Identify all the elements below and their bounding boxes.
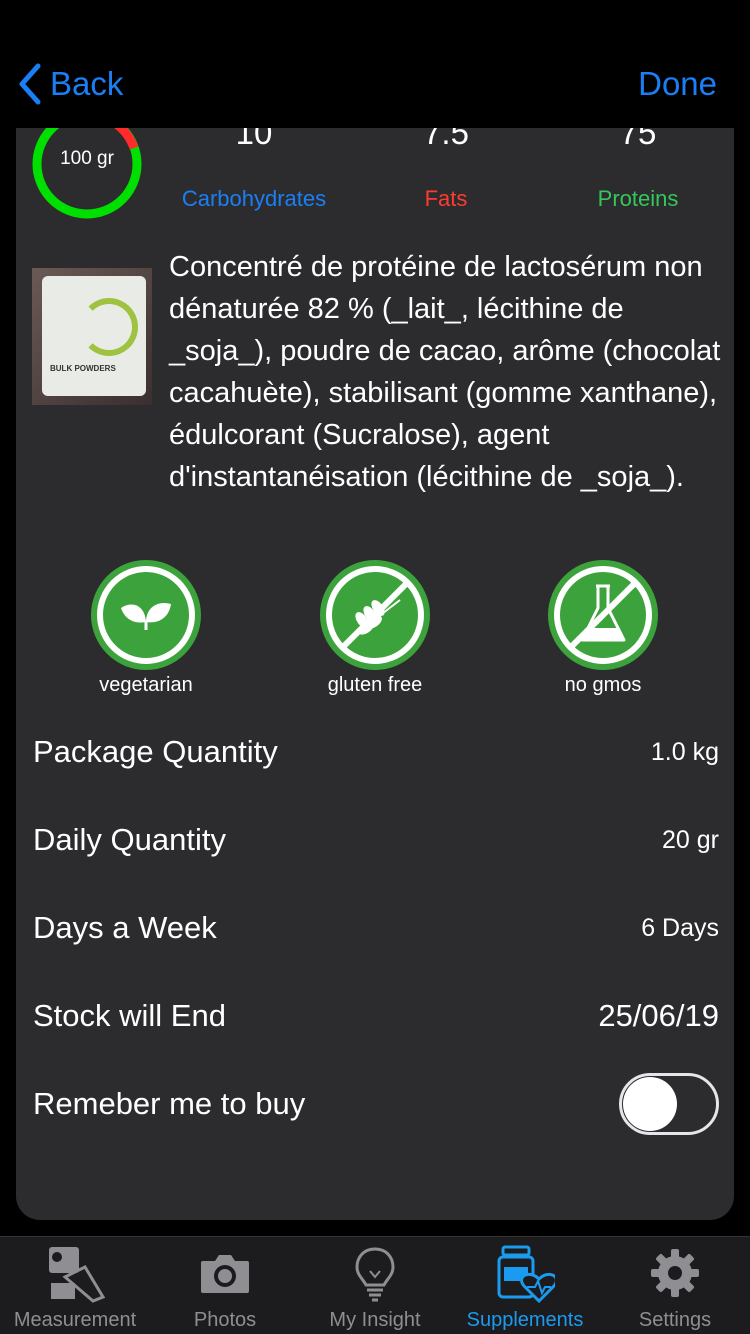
macro-ring-chart (32, 128, 142, 219)
tab-photos[interactable]: Photos (150, 1237, 300, 1334)
tab-supplements-label: Supplements (466, 1309, 584, 1331)
stock-end-label: Stock will End (33, 998, 226, 1033)
proteins-label: Proteins (597, 186, 679, 211)
package-quantity-label: Package Quantity (33, 734, 278, 769)
done-button[interactable]: Done (638, 62, 717, 106)
supplement-card: 100 gr 10 Carbohydrates 7.5 Fats 75 Prot… (16, 128, 734, 1220)
lightbulb-icon (355, 1247, 395, 1302)
row-daily-quantity[interactable]: Daily Quantity 20 gr (33, 810, 719, 870)
tab-measurement[interactable]: Measurement (0, 1237, 150, 1334)
badge-gluten-free: gluten free (295, 560, 455, 697)
tab-bar: Measurement Photos My Insight Supplement… (0, 1236, 750, 1334)
serving-ring: 100 gr (30, 128, 144, 221)
fats-value: 7.5 (423, 128, 469, 151)
toggle-knob (623, 1077, 677, 1131)
no-flask-icon (554, 566, 652, 664)
supplements-icon (497, 1245, 555, 1303)
package-quantity-value: 1.0 kg (650, 737, 719, 766)
days-a-week-value: 6 Days (641, 913, 719, 942)
row-remember-to-buy: Remeber me to buy (33, 1073, 719, 1135)
row-stock-end: Stock will End 25/06/19 (33, 986, 719, 1046)
daily-quantity-label: Daily Quantity (33, 822, 226, 857)
daily-quantity-value: 20 gr (662, 825, 719, 854)
row-days-a-week[interactable]: Days a Week 6 Days (33, 898, 719, 958)
carbohydrates-label: Carbohydrates (181, 186, 327, 211)
product-pouch: BULK POWDERS (42, 276, 146, 396)
measurement-icon (49, 1247, 105, 1303)
tab-photos-label: Photos (193, 1309, 257, 1331)
tab-my-insight-label: My Insight (329, 1309, 421, 1331)
no-wheat-icon (326, 566, 424, 664)
tab-supplements[interactable]: Supplements (450, 1237, 600, 1334)
badge-gluten-free-label: gluten free (327, 674, 423, 696)
leaf-icon (97, 566, 195, 664)
chevron-left-icon (19, 63, 41, 105)
remember-toggle[interactable] (619, 1073, 719, 1135)
badge-vegetarian-label: vegetarian (99, 674, 193, 696)
carbohydrates-value: 10 (235, 128, 273, 151)
stock-end-value: 25/06/19 (598, 998, 719, 1033)
product-image[interactable]: BULK POWDERS (32, 268, 152, 405)
tab-my-insight[interactable]: My Insight (300, 1237, 450, 1334)
gear-icon (651, 1249, 699, 1297)
product-brand-text: BULK POWDERS (50, 364, 116, 373)
back-label: Back (50, 65, 124, 102)
fats-label: Fats (424, 186, 468, 211)
navigation-bar: Back Done (0, 0, 750, 128)
tab-settings[interactable]: Settings (600, 1237, 750, 1334)
proteins-value: 75 (619, 128, 657, 151)
serving-label: 100 gr (60, 148, 114, 169)
remember-label: Remeber me to buy (33, 1086, 306, 1121)
camera-icon (201, 1255, 249, 1293)
badge-no-gmos-label: no gmos (564, 674, 642, 696)
badge-vegetarian: vegetarian (66, 560, 226, 697)
tab-settings-label: Settings (638, 1309, 712, 1331)
days-a-week-label: Days a Week (33, 910, 217, 945)
ingredients-text: Concentré de protéine de lactosérum non … (169, 251, 721, 493)
tab-measurement-label: Measurement (13, 1309, 137, 1331)
badge-no-gmos: no gmos (523, 560, 683, 697)
back-button[interactable]: Back (16, 62, 123, 106)
row-package-quantity[interactable]: Package Quantity 1.0 kg (33, 722, 719, 782)
